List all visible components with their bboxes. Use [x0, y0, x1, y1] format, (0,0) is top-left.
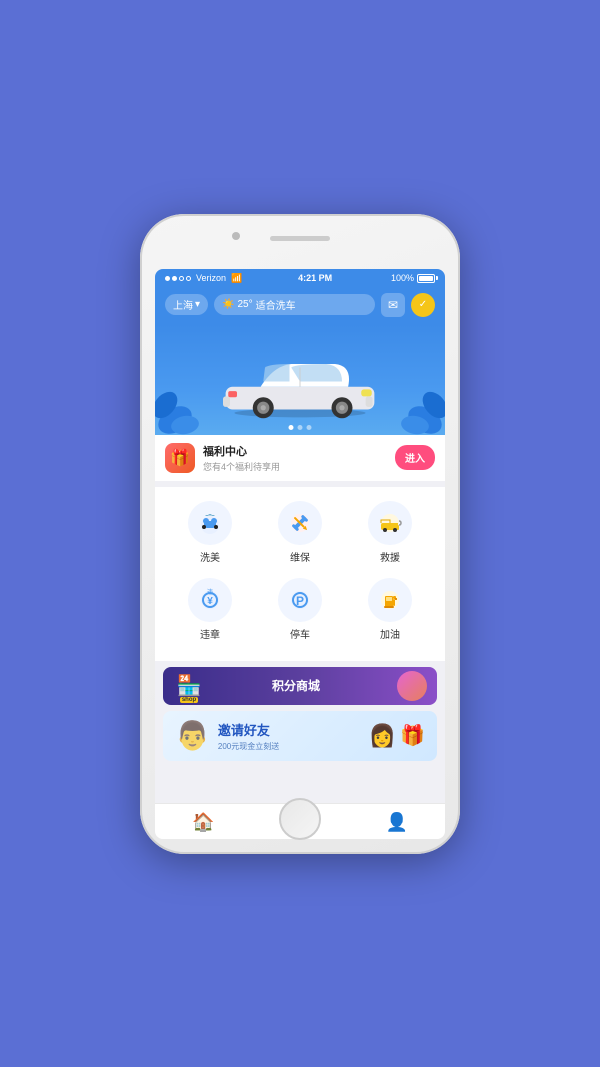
- rescue-icon: [368, 501, 412, 545]
- services-row-2: ¥ 违 违章 P 停车: [155, 574, 445, 651]
- nav-profile[interactable]: 👤: [348, 812, 445, 833]
- weather-display: ☀️ 25° 适合洗车: [214, 294, 375, 315]
- rescue-label: 救援: [380, 549, 400, 564]
- svg-text:¥: ¥: [207, 596, 213, 607]
- welfare-icon: 🎁: [165, 443, 195, 473]
- signal-dot-2: [172, 276, 177, 281]
- mall-decor: [397, 671, 427, 701]
- weather-label: 适合洗车: [256, 297, 296, 312]
- service-rescue[interactable]: 救援: [355, 501, 425, 564]
- invite-text-block: 邀请好友 200元现金立刻送: [218, 720, 279, 752]
- welfare-enter-button[interactable]: 进入: [395, 445, 435, 470]
- signal-dot-1: [165, 276, 170, 281]
- status-right: 100%: [388, 273, 435, 283]
- service-maintenance[interactable]: 维保: [265, 501, 335, 564]
- car-illustration: [210, 350, 390, 420]
- mall-title: 积分商城: [213, 677, 379, 694]
- phone-screen: Verizon 📶 4:21 PM 100% 上海 ▾ ☀️ 25° 适合洗车: [155, 269, 445, 839]
- wifi-icon: 📶: [231, 273, 242, 284]
- invite-person-icon: 👨: [175, 719, 210, 752]
- welfare-banner: 🎁 福利中心 您有4个福利待享用 进入: [155, 435, 445, 481]
- signal-dot-4: [186, 276, 191, 281]
- temperature-text: 25°: [237, 299, 252, 310]
- service-violation[interactable]: ¥ 违 违章: [175, 578, 245, 641]
- mall-banner[interactable]: 🏪 shop 积分商城: [163, 667, 437, 705]
- welfare-text: 福利中心 您有4个福利待享用: [203, 443, 387, 473]
- fuel-icon: [368, 578, 412, 622]
- phone-camera: [232, 232, 240, 240]
- status-bar: Verizon 📶 4:21 PM 100%: [155, 269, 445, 288]
- phone-speaker: [270, 236, 330, 241]
- invite-gift-icon: 🎁: [400, 723, 425, 749]
- services-row-1: 洗美: [155, 497, 445, 574]
- welfare-title: 福利中心: [203, 443, 387, 459]
- gift-icon: 🎁: [170, 448, 190, 468]
- carousel-dots: [289, 425, 312, 430]
- dot-3: [307, 425, 312, 430]
- nav-home[interactable]: 🏠: [155, 812, 252, 833]
- phone-frame: Verizon 📶 4:21 PM 100% 上海 ▾ ☀️ 25° 适合洗车: [140, 214, 460, 854]
- carrier-text: Verizon: [196, 273, 226, 283]
- violation-label: 违章: [200, 626, 220, 641]
- wash-label: 洗美: [200, 549, 220, 564]
- shop-label: shop: [180, 697, 198, 703]
- weather-sun-icon: ☀️: [222, 299, 234, 310]
- hero-banner: [155, 325, 445, 435]
- maintenance-label: 维保: [290, 549, 310, 564]
- city-name: 上海: [173, 297, 193, 312]
- wash-icon: [188, 501, 232, 545]
- battery-percent: 100%: [391, 273, 414, 283]
- dot-1: [289, 425, 294, 430]
- app-header: 上海 ▾ ☀️ 25° 适合洗车 ✉ ✓: [155, 288, 445, 325]
- message-icon: ✉: [388, 298, 398, 312]
- services-grid: 洗美: [155, 487, 445, 661]
- maintenance-icon: [278, 501, 322, 545]
- invite-subtitle: 200元现金立刻送: [218, 741, 279, 752]
- svg-text:违: 违: [207, 589, 213, 596]
- invite-title: 邀请好友: [218, 720, 279, 739]
- city-arrow: ▾: [195, 299, 200, 310]
- leaves-right: [385, 365, 445, 435]
- battery-icon: [417, 274, 435, 283]
- invite-girl-icon: 👩: [369, 723, 396, 749]
- status-left: Verizon 📶: [165, 273, 242, 284]
- violation-icon: ¥ 违: [188, 578, 232, 622]
- parking-icon: P: [278, 578, 322, 622]
- fuel-label: 加油: [380, 626, 400, 641]
- parking-label: 停车: [290, 626, 310, 641]
- profile-icon: 👤: [385, 812, 407, 833]
- invite-illustrations: 👩 🎁: [369, 723, 425, 749]
- svg-text:P: P: [296, 594, 304, 608]
- city-selector[interactable]: 上海 ▾: [165, 294, 208, 315]
- service-fuel[interactable]: 加油: [355, 578, 425, 641]
- service-wash[interactable]: 洗美: [175, 501, 245, 564]
- message-button[interactable]: ✉: [381, 293, 405, 317]
- service-parking[interactable]: P 停车: [265, 578, 335, 641]
- dot-2: [298, 425, 303, 430]
- battery-fill: [419, 276, 433, 281]
- home-icon: 🏠: [192, 812, 214, 833]
- signal-dot-3: [179, 276, 184, 281]
- profile-button[interactable]: ✓: [411, 293, 435, 317]
- home-button[interactable]: [279, 798, 321, 840]
- mall-shop-icon: 🏪: [177, 673, 202, 698]
- welfare-subtitle: 您有4个福利待享用: [203, 460, 387, 473]
- status-time: 4:21 PM: [298, 273, 332, 283]
- leaves-left: [155, 365, 215, 435]
- checkmark-icon: ✓: [419, 299, 427, 310]
- invite-banner[interactable]: 👨 邀请好友 200元现金立刻送 👩 🎁: [163, 711, 437, 761]
